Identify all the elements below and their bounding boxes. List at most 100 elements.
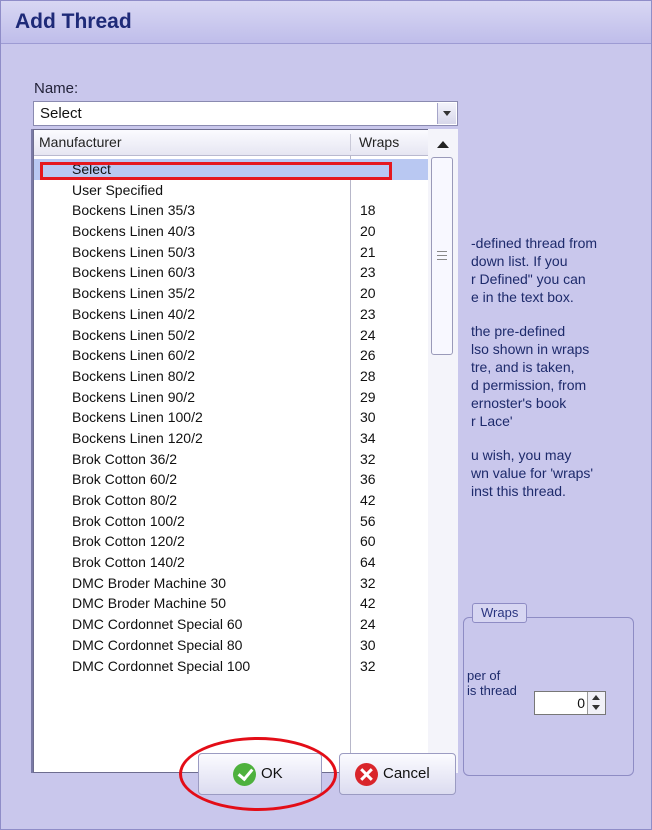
wraps-cell: 20 — [360, 285, 376, 302]
list-item[interactable]: Bockens Linen 35/2 20 — [34, 283, 438, 304]
wraps-cell: 24 — [360, 326, 376, 343]
wraps-cell: 28 — [360, 367, 376, 384]
user-specified-highlight — [40, 162, 392, 180]
wraps-cell: 42 — [360, 595, 376, 612]
wraps-cell: 21 — [360, 243, 376, 260]
vertical-scrollbar[interactable] — [428, 129, 458, 773]
wraps-cell: 26 — [360, 347, 376, 364]
manufacturer-cell: Bockens Linen 35/3 — [72, 202, 195, 219]
help-paragraph-1: -defined thread from down list. If you r D… — [471, 235, 598, 305]
manufacturer-cell: Brok Cotton 140/2 — [72, 554, 185, 571]
list-item[interactable]: Bockens Linen 40/2 23 — [34, 304, 438, 325]
wraps-cell: 32 — [360, 657, 376, 674]
chevron-down-icon — [443, 111, 451, 116]
x-circle-icon — [355, 763, 378, 786]
manufacturer-cell: Brok Cotton 36/2 — [72, 450, 178, 467]
wraps-cell: 24 — [360, 616, 376, 633]
cancel-label: Cancel — [383, 765, 430, 782]
list-item[interactable]: DMC Broder Machine 30 32 — [34, 573, 438, 594]
manufacturer-cell: Brok Cotton 60/2 — [72, 471, 178, 488]
spinner-buttons[interactable] — [587, 692, 605, 714]
manufacturer-cell: Bockens Linen 100/2 — [72, 409, 203, 426]
list-header: Manufacturer Wraps — [34, 130, 438, 156]
wraps-legend: Wraps — [472, 603, 527, 623]
list-item[interactable]: Bockens Linen 50/3 21 — [34, 242, 438, 263]
name-combobox[interactable]: Select — [33, 101, 458, 126]
scroll-up-icon[interactable] — [437, 141, 449, 148]
ok-highlight-circle — [179, 737, 337, 811]
wraps-cell: 23 — [360, 305, 376, 322]
manufacturer-cell: Bockens Linen 40/2 — [72, 305, 195, 322]
help-paragraph-3: u wish, you may wn value for 'wraps' inst … — [471, 447, 594, 499]
add-thread-dialog: Add Thread Name: Select Manufacturer Wra… — [0, 0, 652, 830]
manufacturer-cell: Bockens Linen 60/2 — [72, 347, 195, 364]
manufacturer-cell: DMC Cordonnet Special 100 — [72, 657, 251, 674]
manufacturer-cell: Brok Cotton 100/2 — [72, 512, 185, 529]
list-item[interactable]: Bockens Linen 60/3 23 — [34, 262, 438, 283]
manufacturer-cell: Bockens Linen 60/3 — [72, 264, 195, 281]
list-item[interactable]: Bockens Linen 90/2 29 — [34, 387, 438, 408]
list-item[interactable]: DMC Cordonnet Special 100 32 — [34, 656, 438, 677]
list-item[interactable]: User Specified — [34, 180, 438, 201]
list-item[interactable]: Bockens Linen 100/2 30 — [34, 407, 438, 428]
title-bar: Add Thread — [1, 1, 651, 44]
wraps-value[interactable]: 0 — [577, 695, 585, 711]
manufacturer-cell: Bockens Linen 40/3 — [72, 223, 195, 240]
scroll-thumb[interactable] — [431, 157, 453, 355]
list-item[interactable]: DMC Cordonnet Special 80 30 — [34, 635, 438, 656]
list-item[interactable]: Bockens Linen 80/2 28 — [34, 366, 438, 387]
wraps-cell: 42 — [360, 492, 376, 508]
list-item[interactable]: Brok Cotton 80/2 42 — [34, 490, 438, 511]
list-item[interactable]: Bockens Linen 120/2 34 — [34, 428, 438, 449]
manufacturer-cell: Brok Cotton 120/2 — [72, 533, 185, 550]
wraps-cell: 23 — [360, 264, 376, 281]
list-item[interactable]: Brok Cotton 100/2 56 — [34, 511, 438, 532]
combobox-dropdown-button[interactable] — [437, 103, 456, 124]
grip-icon — [437, 251, 447, 260]
manufacturer-cell: User Specified — [72, 181, 164, 198]
list-item[interactable]: Brok Cotton 60/2 36 — [34, 469, 438, 490]
list-item[interactable]: Brok Cotton 140/2 64 — [34, 552, 438, 573]
spinner-up-icon[interactable] — [592, 695, 600, 700]
name-label: Name: — [34, 80, 79, 97]
list-item[interactable]: Bockens Linen 40/3 20 — [34, 221, 438, 242]
list-item[interactable]: Bockens Linen 60/2 26 — [34, 345, 438, 366]
wraps-cell: 60 — [360, 533, 376, 550]
header-manufacturer[interactable]: Manufacturer — [39, 134, 121, 150]
manufacturer-cell: DMC Cordonnet Special 60 — [72, 616, 243, 633]
help-text: -defined thread from down list. If you r D… — [471, 234, 651, 516]
thread-dropdown-list[interactable]: Manufacturer Wraps Select User Specified B… — [33, 129, 458, 773]
wraps-cell: 36 — [360, 471, 376, 488]
manufacturer-cell: Bockens Linen 50/3 — [72, 243, 195, 260]
spinner-down-icon[interactable] — [592, 705, 600, 710]
manufacturer-cell: Brok Cotton 80/2 — [72, 492, 178, 508]
wraps-label: per of is thread — [467, 668, 517, 698]
wraps-cell: 30 — [360, 409, 376, 426]
wraps-cell: 20 — [360, 223, 376, 240]
wraps-cell: 64 — [360, 554, 376, 571]
wraps-cell: 32 — [360, 450, 376, 467]
cancel-button[interactable]: Cancel — [339, 753, 456, 795]
manufacturer-cell: Bockens Linen 80/2 — [72, 367, 195, 384]
name-combobox-value: Select — [40, 105, 82, 122]
list-item[interactable]: Brok Cotton 36/2 32 — [34, 449, 438, 470]
wraps-cell: 56 — [360, 512, 376, 529]
manufacturer-cell: DMC Broder Machine 30 — [72, 574, 227, 591]
wraps-cell: 18 — [360, 202, 376, 219]
wraps-cell: 32 — [360, 574, 376, 591]
wraps-spinner[interactable]: 0 — [534, 691, 606, 715]
list-item[interactable]: Bockens Linen 35/3 18 — [34, 200, 438, 221]
list-item[interactable]: DMC Cordonnet Special 60 24 — [34, 614, 438, 635]
manufacturer-cell: Bockens Linen 90/2 — [72, 388, 195, 405]
wraps-cell: 34 — [360, 429, 376, 446]
manufacturer-cell: DMC Broder Machine 50 — [72, 595, 227, 612]
list-item[interactable]: Bockens Linen 50/2 24 — [34, 325, 438, 346]
manufacturer-cell: Bockens Linen 120/2 — [72, 429, 203, 446]
manufacturer-cell: Bockens Linen 35/2 — [72, 285, 195, 302]
thread-rows: Select User Specified Bockens Linen 35/3 18… — [34, 159, 438, 676]
wraps-cell: 29 — [360, 388, 376, 405]
wraps-cell: 30 — [360, 636, 376, 653]
header-wraps[interactable]: Wraps — [350, 134, 438, 151]
list-item[interactable]: Brok Cotton 120/2 60 — [34, 531, 438, 552]
list-item[interactable]: DMC Broder Machine 50 42 — [34, 593, 438, 614]
